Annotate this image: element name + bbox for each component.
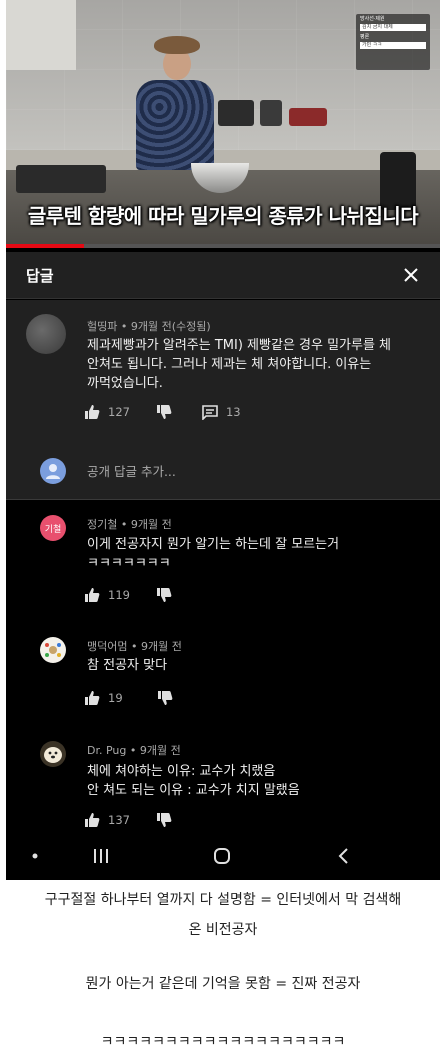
avatar-illustration-icon [45,643,61,657]
video-progress-bar[interactable] [6,244,440,248]
thumbs-up-icon [85,405,100,419]
user-avatar [40,458,66,484]
thumbs-down-icon [156,405,172,419]
comment-actions: 127 13 [84,402,241,422]
stove [16,165,106,193]
kitchen-appliance [218,100,254,126]
reply-time: 9개월 전 [140,640,182,653]
caption-line: 온 비전공자 [188,922,258,938]
person [136,80,214,170]
reply-line: 안 쳐도 되는 이유 : 교수가 치지 말랬음 [87,783,300,798]
thumbs-down-icon [156,813,172,827]
home-button[interactable] [206,832,238,880]
avatar[interactable] [40,741,66,767]
caption-line: 뭔가 아는거 같은데 기억을 못함 = 진짜 전공자 [85,976,361,992]
system-nav-bar [6,832,440,880]
like-count: 137 [108,813,130,827]
reply-text: 체에 쳐야하는 이유: 교수가 치랬음 안 쳐도 되는 이유 : 교수가 치지 … [87,762,427,800]
caption-line: 구구절절 하나부터 열까지 다 설명함 = 인터넷에서 막 검색해 [44,892,402,908]
comment-time: 9개월 전(수정됨) [130,320,211,333]
dislike-button[interactable] [156,404,172,420]
comment-line: 안쳐도 됩니다. 그러나 제과는 체 쳐야합니다. 이유는 [87,357,372,372]
thumbs-down-icon [157,691,173,705]
reply-actions: 119 [84,585,172,605]
reply-line: ㅋㅋㅋㅋㅋㅋㅋ [87,556,171,571]
video-player[interactable]: 방사선·제원 김치 금지 대체 평론 가빈 ㅋㅋ 글루텐 함량에 따라 밀가루의… [6,0,440,248]
panel-title: 답글 [26,267,54,285]
overlay-field: 김치 금지 대체 [360,24,426,31]
reply-text: 이게 전공자지 뭔가 알기는 하는데 잘 모르는거 ㅋㅋㅋㅋㅋㅋㅋ [87,535,427,573]
reply-author[interactable]: Dr. Pug [87,744,126,757]
nav-dot-button[interactable] [20,832,50,880]
reply-author[interactable]: 정기철 [87,518,117,531]
like-button[interactable]: 127 [84,404,130,420]
dog-avatar-icon [44,747,62,763]
avatar[interactable] [26,314,66,354]
close-icon [404,268,418,282]
reply-actions: 19 [84,688,173,708]
reply-line: 참 전공자 맞다 [87,658,168,673]
caption-line: ㅋㅋㅋㅋㅋㅋㅋㅋㅋㅋㅋㅋㅋㅋㅋㅋㅋㅋㅋ [100,1034,346,1050]
dislike-button[interactable] [156,587,172,603]
comment-line: 까먹었습니다. [87,376,163,391]
reply-meta: 정기철 • 9개월 전 [87,518,172,531]
kitchen-cabinet [6,0,76,70]
dislike-button[interactable] [157,690,173,706]
avatar[interactable] [40,637,66,663]
person-icon [46,464,60,479]
overlay-label: 평론 [360,34,370,40]
home-icon [214,848,230,864]
dot-icon [32,853,38,859]
dislike-button[interactable] [156,812,172,828]
reply-count-button[interactable]: 13 [202,404,241,420]
comment-icon [202,405,218,420]
thumbs-down-icon [156,588,172,602]
reply-input-row: 공개 답글 추가... [6,455,440,500]
reply-author[interactable]: 맹덕어멈 [87,640,127,653]
like-count: 119 [108,588,130,602]
overlay-field: 가빈 ㅋㅋ [360,42,426,49]
reply-line: 이게 전공자지 뭔가 알기는 하는데 잘 모르는거 [87,537,340,552]
replies-panel-header: 답글 [6,252,440,299]
hat [154,36,200,54]
kitchen-appliance [260,100,282,126]
like-count: 127 [108,405,130,419]
reply-text: 참 전공자 맞다 [87,656,427,675]
like-count: 19 [108,691,123,705]
thumbs-up-icon [85,813,100,827]
reply-time: 9개월 전 [139,744,181,757]
comment-text: 제과제빵과가 알려주는 TMI) 제빵같은 경우 밀가루를 체 안쳐도 됩니다.… [87,336,427,393]
video-progress-fill [6,244,85,248]
like-button[interactable]: 137 [84,812,130,828]
thumbs-up-icon [85,588,100,602]
like-button[interactable]: 19 [84,690,123,706]
recent-apps-button[interactable] [86,832,116,880]
reply-meta: 맹덕어멈 • 9개월 전 [87,640,182,653]
reply-line: 체에 쳐야하는 이유: 교수가 치랬음 [87,764,276,779]
video-subtitle: 글루텐 함량에 따라 밀가루의 종류가 나뉘집니다 [27,204,419,228]
back-icon [338,848,348,864]
reply-time: 9개월 전 [130,518,172,531]
recent-apps-icon [94,849,108,863]
avatar-text: 기철 [44,524,62,535]
avatar[interactable]: 기철 [40,515,66,541]
parent-comment: 헐띵파 • 9개월 전(수정됨) 제과제빵과가 알려주는 TMI) 제빵같은 경… [6,300,440,455]
thumbs-up-icon [85,691,100,705]
comment-author[interactable]: 헐띵파 [87,320,117,333]
reply-count: 13 [225,405,241,419]
close-button[interactable] [398,262,424,288]
comment-meta: 헐띵파 • 9개월 전(수정됨) [87,320,211,333]
video-info-overlay: 방사선·제원 김치 금지 대체 평론 가빈 ㅋㅋ [356,14,430,70]
reply-input[interactable]: 공개 답글 추가... [87,461,176,480]
comment-line: 제과제빵과가 알려주는 TMI) 제빵같은 경우 밀가루를 체 [87,338,392,353]
overlay-label: 방사선·제원 [360,16,385,22]
back-button[interactable] [328,832,358,880]
like-button[interactable]: 119 [84,587,130,603]
reply-actions: 137 [84,810,172,830]
reply-meta: Dr. Pug • 9개월 전 [87,744,181,757]
kitchen-items [289,108,327,126]
phone-screen: 방사선·제원 김치 금지 대체 평론 가빈 ㅋㅋ 글루텐 함량에 따라 밀가루의… [6,0,440,880]
